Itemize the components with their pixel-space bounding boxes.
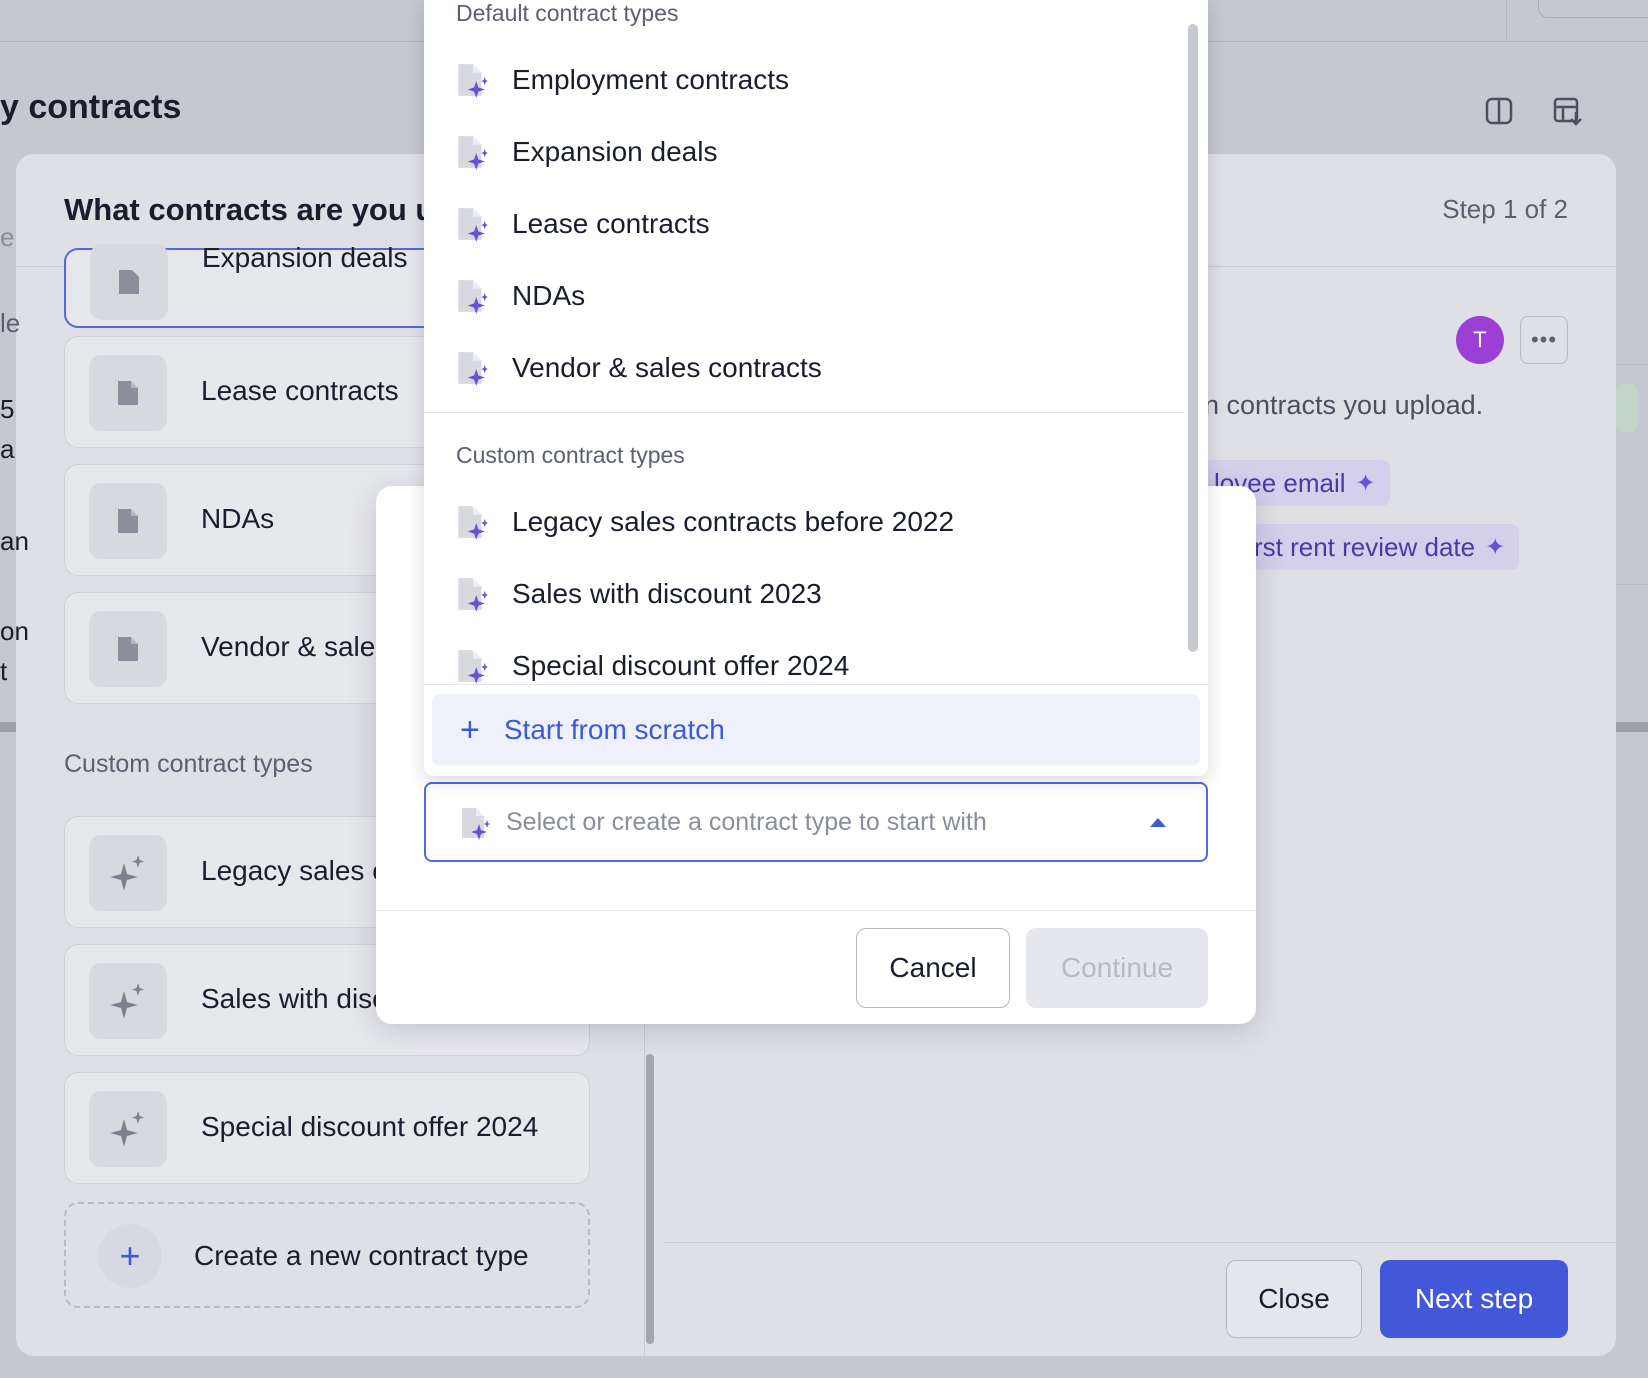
option-label: Expansion deals — [512, 136, 718, 167]
close-button[interactable]: Close — [1226, 1260, 1362, 1338]
edge-text: a — [0, 434, 15, 464]
top-bar-button[interactable] — [1538, 0, 1648, 18]
dropdown-footer-divider — [424, 684, 1208, 685]
option-ndas[interactable]: NDAs — [456, 266, 1176, 326]
type-card-special-discount[interactable]: Special discount offer 2024 — [64, 1072, 590, 1184]
footer-divider — [664, 1242, 1616, 1243]
type-card-label: Lease contracts — [201, 375, 399, 406]
type-card-label: Vendor & sales — [201, 631, 390, 662]
wizard-title: What contracts are you u — [64, 192, 435, 227]
scrollbar[interactable] — [646, 1054, 654, 1344]
type-card-label: Sales with disc — [201, 983, 387, 1014]
document-sparkle-icon — [458, 280, 488, 314]
custom-types-label: Custom contract types — [64, 750, 313, 778]
document-sparkle-icon — [458, 136, 488, 170]
option-label: Employment contracts — [512, 64, 789, 95]
avatar[interactable]: T — [1456, 316, 1504, 364]
create-contract-type-label: Create a new contract type — [194, 1240, 529, 1271]
document-sparkle-icon — [460, 806, 490, 845]
document-sparkle-icon — [458, 650, 488, 684]
document-sparkle-icon — [458, 578, 488, 612]
group-divider — [424, 412, 1184, 413]
step-indicator: Step 1 of 2 — [1442, 194, 1568, 224]
top-bar-separator — [1506, 0, 1507, 42]
field-chip-label: rst rent review date — [1254, 531, 1476, 562]
option-legacy-sales-contracts[interactable]: Legacy sales contracts before 2022 — [456, 492, 1176, 552]
dropdown-scrollbar[interactable] — [1188, 24, 1198, 652]
option-sales-with-discount[interactable]: Sales with discount 2023 — [456, 564, 1176, 624]
sparkle-icon: ✦ — [1485, 533, 1506, 561]
more-options-button[interactable]: ••• — [1520, 316, 1568, 364]
option-label: Legacy sales contracts before 2022 — [512, 506, 955, 537]
type-card-label: NDAs — [201, 503, 275, 534]
document-sparkle-icon — [458, 352, 488, 386]
document-icon — [89, 355, 167, 431]
option-vendor-sales-contracts[interactable]: Vendor & sales contracts — [456, 338, 1176, 398]
row-divider — [1616, 584, 1648, 585]
export-table-icon[interactable] — [1552, 96, 1582, 126]
edge-text: an — [0, 526, 29, 556]
continue-button[interactable]: Continue — [1026, 928, 1208, 1008]
next-step-button[interactable]: Next step — [1380, 1260, 1568, 1338]
option-label: Sales with discount 2023 — [512, 578, 822, 609]
option-lease-contracts[interactable]: Lease contracts — [456, 194, 1176, 254]
cancel-button[interactable]: Cancel — [856, 928, 1010, 1008]
select-placeholder: Select or create a contract type to star… — [506, 808, 987, 836]
contract-type-dropdown: Default contract types Employment contra… — [424, 0, 1208, 776]
document-icon — [90, 244, 168, 320]
sparkle-icon: ✦ — [1355, 469, 1376, 497]
plus-icon: + — [98, 1224, 162, 1288]
start-from-scratch-option[interactable]: + Start from scratch — [432, 694, 1200, 766]
option-label: Lease contracts — [512, 208, 710, 239]
sparkle-icon — [89, 835, 167, 911]
row-divider — [1616, 364, 1648, 365]
edge-text: le — [0, 308, 21, 338]
document-icon — [89, 611, 167, 687]
option-label: Special discount offer 2024 — [512, 650, 850, 681]
option-special-discount-offer[interactable]: Special discount offer 2024 — [456, 636, 1176, 696]
document-sparkle-icon — [458, 208, 488, 242]
modal-footer-divider — [376, 910, 1256, 911]
field-chip[interactable]: rst rent review date ✦ — [1244, 524, 1520, 570]
document-sparkle-icon — [458, 64, 488, 98]
option-label: Vendor & sales contracts — [512, 352, 822, 383]
description-text: n contracts you upload. — [1204, 390, 1484, 420]
plus-icon: + — [460, 711, 480, 749]
scroll-strip — [0, 722, 16, 732]
type-card-label: Legacy sales c — [201, 855, 387, 886]
status-badge — [1616, 384, 1638, 432]
edge-text: 5 — [0, 394, 15, 424]
start-from-scratch-label: Start from scratch — [503, 714, 725, 745]
document-sparkle-icon — [458, 506, 488, 540]
option-expansion-deals[interactable]: Expansion deals — [456, 122, 1176, 182]
default-group-label: Default contract types — [456, 0, 679, 26]
sparkle-icon — [89, 963, 167, 1039]
scroll-strip — [1616, 722, 1648, 732]
page-title: y contracts — [0, 88, 182, 126]
sparkle-icon — [89, 1091, 167, 1167]
create-contract-type-button[interactable]: + Create a new contract type — [64, 1202, 590, 1308]
edge-text: e — [0, 222, 15, 252]
document-icon — [89, 483, 167, 559]
custom-group-label: Custom contract types — [456, 442, 685, 468]
option-employment-contracts[interactable]: Employment contracts — [456, 50, 1176, 110]
edge-text: on — [0, 616, 29, 646]
type-card-label: Expansion deals — [202, 242, 408, 273]
caret-up-icon — [1150, 818, 1166, 827]
option-label: NDAs — [512, 280, 586, 311]
type-card-label: Special discount offer 2024 — [201, 1111, 539, 1142]
contract-type-select[interactable]: Select or create a contract type to star… — [424, 782, 1208, 862]
split-view-icon[interactable] — [1484, 96, 1514, 126]
edge-text: t — [0, 656, 8, 686]
